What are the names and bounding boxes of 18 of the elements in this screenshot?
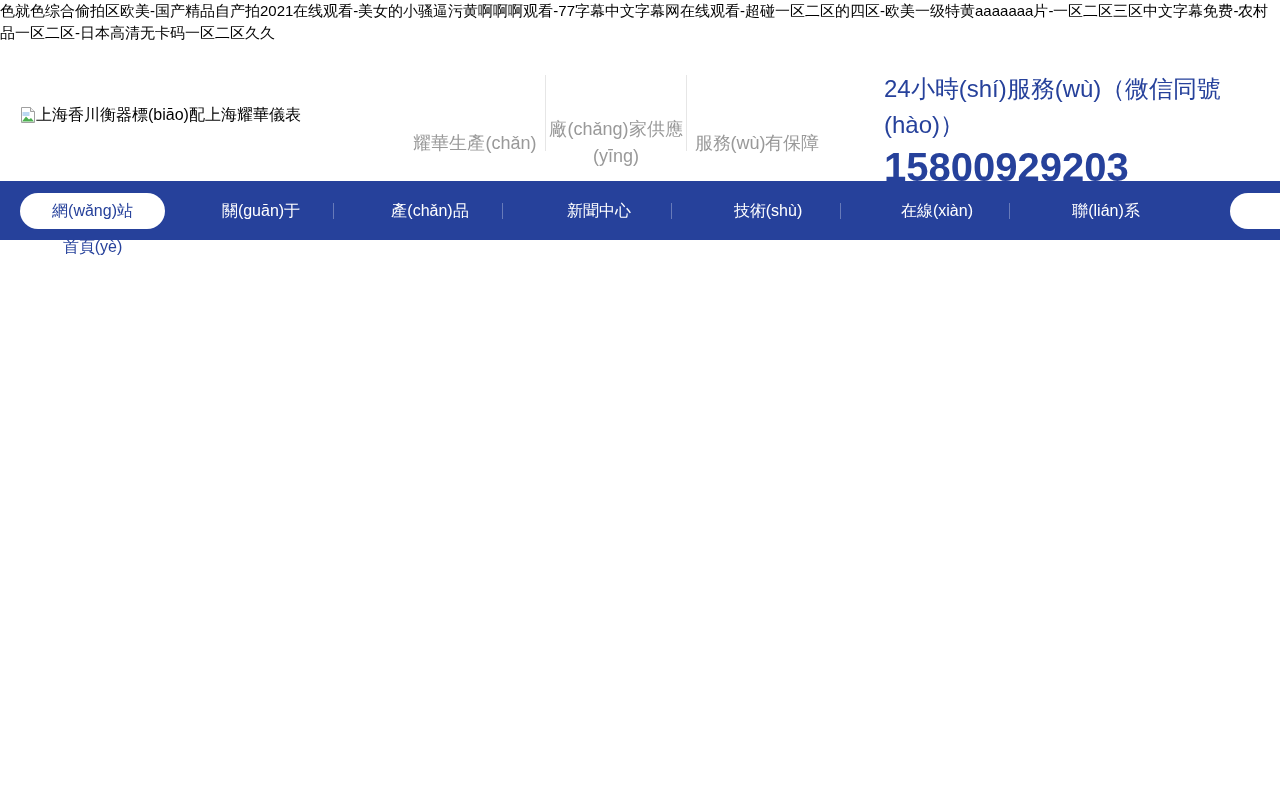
nav-link[interactable]: 在線(xiàn) [901,192,973,229]
logo-alt-text: 上海香川衡器標(biāo)配上海耀華儀表 [36,104,301,125]
nav-link[interactable]: 技術(shù) [733,192,803,229]
hotline-label: 24小時(shí)服務(wù)（微信同號(hào)） [884,75,1222,138]
nav-link[interactable]: 聯(lián)系 [1072,192,1140,229]
feature-text: 耀華生產(chǎn) [413,131,537,155]
feature-text: 服務(wù)有保障 [694,131,820,155]
nav-tab-text[interactable]: 首頁(yè) [62,228,123,265]
nav-tab[interactable]: 網(wǎng)站 [20,192,165,229]
nav-link[interactable]: 關(guān)于 [221,192,301,229]
spam-text-line: 色就色综合偷拍区欧美-国产精品自产拍2021在线观看-美女的小骚逼污黄啊啊啊观看-77字幕中文字幕网在线观看-超碰一区二区的四区-欧美一级特黄aaaaaaa片-一区二区三区中文字幕免费-农村 [0,2,1269,19]
nav-link[interactable]: 新聞中心 [567,192,631,229]
hotline-number: 15800929203 [884,145,1129,181]
feature-text: 廠(chǎng)家供應(yīng) [548,118,684,168]
nav-link[interactable]: 產(chǎn)品 [391,192,469,229]
nav-pill-button[interactable] [1230,192,1280,229]
broken-image-icon [20,106,36,123]
spam-text-line: 品一区二区-日本高清无卡码一区二区久久 [0,24,275,41]
